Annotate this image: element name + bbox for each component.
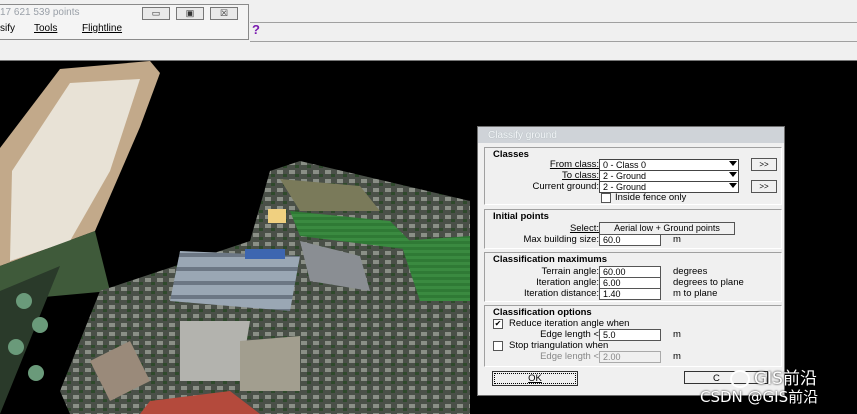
menu-bar: sify Tools Flightline [0, 23, 248, 37]
current-ground-value: 2 - Ground [603, 182, 647, 192]
terrain-angle-unit: degrees [673, 266, 708, 277]
help-icon[interactable]: ? [252, 22, 260, 37]
iteration-angle-value: 6.00 [603, 278, 621, 288]
minimize-button[interactable]: ▭ [142, 7, 170, 20]
menu-classify[interactable]: sify [0, 23, 15, 34]
menu-flightline[interactable]: Flightline [82, 23, 122, 34]
stop-triangulation-label: Stop triangulation when [509, 340, 609, 351]
menu-tools[interactable]: Tools [34, 23, 57, 34]
classes-header: Classes [493, 149, 529, 160]
stop-edge-length-unit: m [673, 351, 681, 362]
classification-options-group: Classification options ✔ Reduce iteratio… [484, 305, 782, 367]
from-class-value: 0 - Class 0 [603, 160, 647, 170]
initial-points-group: Initial points Select: Aerial low + Grou… [484, 209, 782, 249]
initial-points-header: Initial points [493, 211, 549, 222]
classify-ground-dialog: Classify ground Classes From class: 0 - … [477, 126, 785, 396]
watermark-csdn: CSDN @GIS前沿 [700, 388, 819, 406]
stop-edge-length-label: Edge length < [540, 351, 599, 362]
app-menu-area: 17 621 539 points ▭ ▣ ☒ sify Tools Fligh… [0, 0, 857, 61]
to-class-value: 2 - Ground [603, 171, 647, 181]
edge-length-value: 5.0 [603, 330, 616, 340]
options-header: Classification options [493, 307, 592, 318]
max-building-input[interactable]: 60.0 [599, 234, 661, 246]
classification-maximums-group: Classification maximums Terrain angle: 6… [484, 252, 782, 302]
iteration-angle-label: Iteration angle: [536, 277, 599, 288]
stop-edge-length-input: 2.00 [599, 351, 661, 363]
point-count: 17 621 539 points [0, 7, 80, 18]
iteration-distance-input[interactable]: 1.40 [599, 288, 661, 300]
info-window-titlebar: 17 621 539 points ▭ ▣ ☒ [0, 6, 248, 20]
stop-triangulation-checkbox[interactable] [493, 341, 503, 351]
max-building-label: Max building size: [523, 234, 599, 245]
reduce-angle-checkbox[interactable]: ✔ [493, 319, 503, 329]
from-class-label: From class: [549, 159, 599, 170]
current-ground-label: Current ground: [532, 181, 599, 192]
dialog-title: Classify ground [488, 130, 557, 141]
inside-fence-label: Inside fence only [615, 192, 687, 203]
edge-length-input[interactable]: 5.0 [599, 329, 661, 341]
stop-edge-length-value: 2.00 [603, 352, 621, 362]
current-ground-more-button[interactable]: >> [751, 180, 777, 193]
chevron-down-icon [729, 172, 737, 177]
max-building-value: 60.0 [603, 235, 621, 245]
edge-length-label: Edge length < [540, 329, 599, 340]
iteration-distance-label: Iteration distance: [524, 288, 599, 299]
chevron-down-icon [729, 183, 737, 188]
edge-length-unit: m [673, 329, 681, 340]
restore-button[interactable]: ▣ [176, 7, 204, 20]
reduce-angle-label: Reduce iteration angle when [509, 318, 630, 329]
iteration-angle-unit: degrees to plane [673, 277, 744, 288]
terrain-angle-label: Terrain angle: [541, 266, 599, 277]
maximums-header: Classification maximums [493, 254, 608, 265]
max-building-unit: m [673, 234, 681, 245]
classes-group: Classes From class: 0 - Class 0 >> To cl… [484, 147, 782, 205]
from-class-more-button[interactable]: >> [751, 158, 777, 171]
chevron-down-icon [729, 161, 737, 166]
inside-fence-checkbox[interactable] [601, 193, 611, 203]
toolbar [250, 22, 857, 42]
select-label: Select: [569, 223, 599, 234]
close-button[interactable]: ☒ [210, 7, 238, 20]
to-class-label: To class: [562, 170, 599, 181]
iteration-distance-unit: m to plane [673, 288, 718, 299]
info-window: 17 621 539 points ▭ ▣ ☒ sify Tools Fligh… [0, 4, 249, 40]
dialog-titlebar: Classify ground [478, 127, 784, 143]
iteration-distance-value: 1.40 [603, 289, 621, 299]
terrain-angle-value: 60.00 [603, 267, 626, 277]
ok-button[interactable]: OK [492, 371, 578, 386]
